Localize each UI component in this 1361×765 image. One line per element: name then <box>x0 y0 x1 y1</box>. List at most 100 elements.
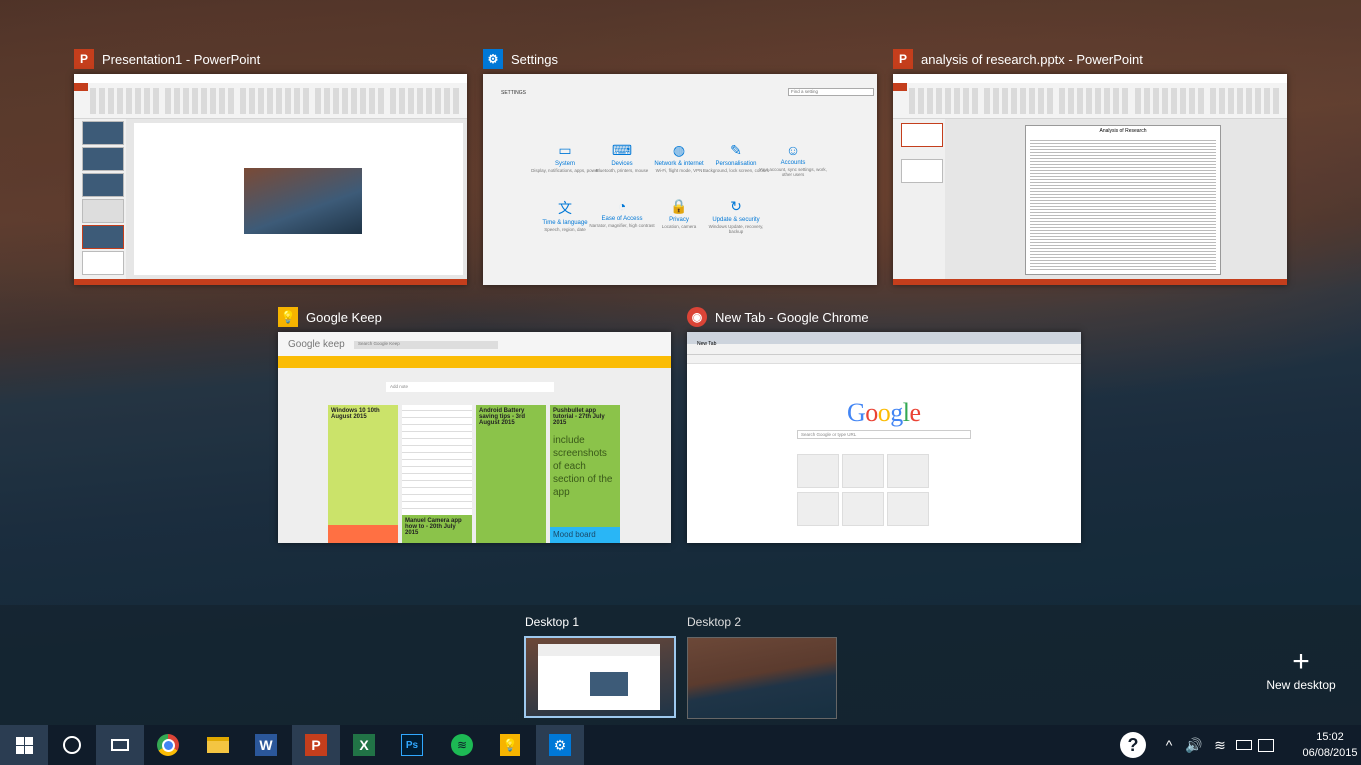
note-card: Windows 10 10th August 2015 <box>328 405 398 525</box>
google-keep-icon: 💡 <box>278 307 298 327</box>
note-checklist <box>402 405 472 515</box>
chrome-icon: ◉ <box>687 307 707 327</box>
clock-date: 06/08/2015 <box>1302 747 1358 759</box>
photoshop-icon: Ps <box>401 734 423 756</box>
desktop-2-thumbnail[interactable] <box>687 637 837 719</box>
window-title-bar: P analysis of research.pptx - PowerPoint <box>893 46 1143 72</box>
most-visited-tile <box>842 492 884 526</box>
editor-area: Analysis of Research <box>893 119 1287 279</box>
window-title: Presentation1 - PowerPoint <box>102 51 261 67</box>
window-title-bar: ◉ New Tab - Google Chrome <box>687 304 869 330</box>
powerpoint-icon: P <box>893 49 913 69</box>
speaker-icon: 🔊 <box>1185 736 1203 753</box>
note-card: Mood board <box>550 527 620 543</box>
cortana-button[interactable] <box>48 725 96 765</box>
window-title: New Tab - Google Chrome <box>715 309 869 325</box>
system-clock[interactable]: 15:02 06/08/2015 <box>1300 729 1360 761</box>
show-hidden-icons-button[interactable]: ^ <box>1158 725 1180 765</box>
status-bar <box>893 279 1287 285</box>
taskbar-app-powerpoint[interactable]: P <box>292 725 340 765</box>
cortana-circle-icon <box>63 736 81 754</box>
window-thumbnail[interactable]: Google keep Search Google Keep Add note … <box>278 332 671 543</box>
taskbar-app-chrome[interactable] <box>144 725 192 765</box>
keep-search-input: Search Google Keep <box>354 341 498 349</box>
task-view-button[interactable] <box>96 725 144 765</box>
most-visited-tile <box>887 492 929 526</box>
address-bar <box>687 344 1081 355</box>
accounts-icon: ☺ <box>785 142 801 158</box>
note-card <box>328 525 398 543</box>
folder-icon <box>207 737 229 753</box>
window-analysis-of-research[interactable]: P analysis of research.pptx - PowerPoint… <box>893 46 1287 286</box>
action-center-button[interactable] <box>1254 725 1278 765</box>
window-settings[interactable]: ⚙ Settings SETTINGS Find a setting ▭ Syst… <box>483 46 877 286</box>
most-visited-tile <box>797 492 839 526</box>
status-bar <box>74 279 467 285</box>
ribbon <box>893 74 1287 119</box>
settings-heading: SETTINGS <box>501 90 527 96</box>
help-question-icon: ? <box>1120 732 1146 758</box>
taskbar-app-excel[interactable]: X <box>340 725 388 765</box>
settings-gear-icon: ⚙ <box>549 734 571 756</box>
google-search-input: Search Google or type URL <box>797 430 971 439</box>
window-presentation1[interactable]: P Presentation1 - PowerPoint <box>74 46 467 286</box>
google-logo: Google <box>847 398 921 427</box>
browser-tab: New Tab <box>697 341 717 347</box>
slide-panel <box>74 119 126 279</box>
taskbar-app-photoshop[interactable]: Ps <box>388 725 436 765</box>
most-visited-tile <box>797 454 839 488</box>
bookmarks-bar <box>687 355 1081 364</box>
new-desktop-button[interactable]: + New desktop <box>1262 646 1340 693</box>
chrome-icon <box>157 734 179 756</box>
slide-heading: Analysis of Research <box>1099 128 1147 134</box>
word-icon: W <box>255 734 277 756</box>
taskbar: W P X Ps ≋ 💡 ⚙ ? ^ 🔊 ≋ 15:02 06/08/2015 <box>0 725 1361 765</box>
update-icon: ↻ <box>730 198 742 214</box>
new-desktop-label: New desktop <box>1266 678 1336 692</box>
slide-canvas <box>134 123 463 275</box>
notification-icon <box>1258 738 1274 752</box>
note-card: Android Battery saving tips - 3rd August… <box>476 405 546 543</box>
slide-image <box>244 168 362 234</box>
taskbar-app-google-keep[interactable]: 💡 <box>486 725 534 765</box>
note-card: Pushbullet app tutorial - 27th July 2015… <box>550 405 620 527</box>
window-google-keep[interactable]: 💡 Google Keep Google keep Search Google … <box>278 304 671 544</box>
window-thumbnail[interactable]: New Tab Google Search Google or type URL <box>687 332 1081 543</box>
ribbon <box>74 74 467 119</box>
taskbar-app-word[interactable]: W <box>242 725 290 765</box>
battery-icon <box>1236 740 1252 750</box>
window-chrome[interactable]: ◉ New Tab - Google Chrome New Tab Google… <box>687 304 1081 544</box>
window-thumbnail[interactable]: Analysis of Research <box>893 74 1287 285</box>
note-card: Manuel Camera app how to - 20th July 201… <box>402 515 472 543</box>
taskbar-app-settings[interactable]: ⚙ <box>536 725 584 765</box>
window-title-bar: 💡 Google Keep <box>278 304 382 330</box>
settings-category: ☺ Accounts Your account, sync settings, wo… <box>759 142 827 177</box>
desktop-1-label: Desktop 1 <box>525 615 580 629</box>
slide-canvas: Analysis of Research <box>1025 125 1221 275</box>
virtual-desktops-bar <box>0 605 1361 725</box>
most-visited-tile <box>842 454 884 488</box>
battery-button[interactable] <box>1232 725 1256 765</box>
help-button[interactable]: ? <box>1116 725 1150 765</box>
window-title: Google Keep <box>306 309 382 325</box>
taskbar-app-file-explorer[interactable] <box>194 725 242 765</box>
wifi-icon: ≋ <box>1214 736 1226 753</box>
settings-search-input: Find a setting <box>788 88 874 96</box>
taskbar-app-spotify[interactable]: ≋ <box>438 725 486 765</box>
desktop-1-thumbnail[interactable] <box>524 636 676 718</box>
start-button[interactable] <box>0 725 48 765</box>
add-note-input: Add note <box>386 382 554 392</box>
window-title: analysis of research.pptx - PowerPoint <box>921 51 1143 67</box>
volume-button[interactable]: 🔊 <box>1182 725 1206 765</box>
task-view-icon <box>111 739 129 751</box>
window-thumbnail[interactable] <box>74 74 467 285</box>
settings-gear-icon: ⚙ <box>483 49 503 69</box>
slide-panel <box>893 119 945 279</box>
powerpoint-icon: P <box>74 49 94 69</box>
network-button[interactable]: ≋ <box>1208 725 1232 765</box>
excel-icon: X <box>353 734 375 756</box>
desktop-2-label: Desktop 2 <box>687 615 742 629</box>
window-title: Settings <box>511 51 558 67</box>
window-thumbnail[interactable]: SETTINGS Find a setting ▭ System Display, … <box>483 74 877 285</box>
chevron-up-icon: ^ <box>1165 737 1173 753</box>
